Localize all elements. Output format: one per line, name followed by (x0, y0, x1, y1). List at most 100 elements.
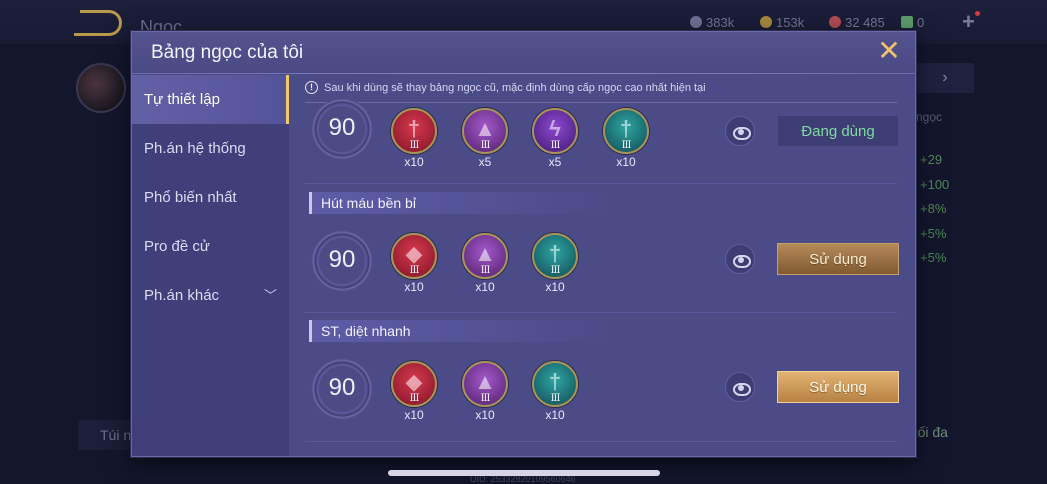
side-label: ngọc (916, 110, 943, 124)
resource-counter: 0 (901, 13, 924, 31)
rune-slot[interactable]: ϟ III x5 (531, 108, 579, 169)
lightning-rune-icon: ϟ III (532, 108, 578, 154)
red-rune-icon: † III (391, 108, 437, 154)
resource-counter: 32 485 (829, 13, 885, 31)
stat-value: +5% (920, 250, 947, 265)
setup-title: ST, diệt nhanh (309, 320, 611, 342)
rune-tier: III (550, 393, 561, 404)
resource-value: 32 485 (845, 14, 885, 30)
purple-rune-icon: ▲ III (462, 108, 508, 154)
divider (305, 312, 897, 313)
stat-value: +29 (920, 152, 943, 167)
teal-rune-icon: † III (532, 361, 578, 407)
voucher-icon (901, 16, 913, 28)
sidebar-item-other[interactable]: Ph.án khác ﹀ (132, 271, 289, 320)
sidebar: Tự thiết lập Ph.án hệ thống Phổ biến nhấ… (132, 75, 289, 456)
rune-tier: III (409, 393, 420, 404)
sidebar-item-custom[interactable]: Tự thiết lập (132, 75, 289, 124)
next-arrow-button[interactable]: › (916, 63, 974, 93)
rune-count: x10 (616, 155, 636, 169)
level-badge: 90 (311, 230, 373, 292)
bag-button[interactable]: Túi n (78, 420, 134, 450)
close-icon[interactable]: ✕ (876, 37, 902, 65)
rune-tier: III (480, 393, 491, 404)
teal-rune-icon: † III (603, 108, 649, 154)
stat-value: +5% (920, 226, 947, 241)
rune-count: x10 (545, 280, 565, 294)
resource-value: 0 (917, 14, 925, 30)
sidebar-item-pro[interactable]: Pro đề cử (132, 222, 289, 271)
rune-count: x5 (548, 155, 562, 169)
notice-bar: ! Sau khi dùng sẽ thay bảng ngọc cũ, mặc… (305, 81, 706, 94)
hero-avatar[interactable] (76, 63, 126, 113)
rune-slot[interactable]: ▲ III x10 (461, 361, 509, 422)
rune-tier: III (409, 140, 420, 151)
rune-slot[interactable]: † III x10 (390, 108, 438, 169)
rune-page-dialog: Bảng ngọc của tôi ✕ Tự thiết lập Ph.án h… (131, 31, 916, 457)
info-icon: ! (305, 81, 318, 94)
gem-icon (829, 16, 841, 28)
resource-icon (690, 16, 702, 28)
resource-counter: 153k (760, 13, 804, 31)
level-badge: 90 (311, 358, 373, 420)
stat-value: +8% (920, 201, 947, 216)
stat-value: +100 (920, 177, 950, 192)
home-indicator[interactable] (388, 470, 660, 476)
purple-rune-icon: ▲ III (462, 233, 508, 279)
sidebar-item-system[interactable]: Ph.án hệ thống (132, 124, 289, 173)
rune-setup: Hút máu bền bỉ 90 ◆ III x10 ▲ III x10 † III… (289, 192, 915, 320)
rune-slot[interactable]: ◆ III x10 (390, 361, 438, 422)
divider (305, 441, 897, 442)
rune-slot[interactable]: ◆ III x10 (390, 233, 438, 294)
resource-value: 153k (776, 14, 805, 30)
rune-setup: ST, diệt nhanh 90 ◆ III x10 ▲ III x10 † III… (289, 320, 915, 448)
rune-count: x10 (404, 280, 424, 294)
notification-dot (975, 11, 980, 16)
setup-title: Hút máu bền bỉ (309, 192, 611, 214)
resource-counter: 383k (690, 13, 734, 31)
rune-tier: III (550, 265, 561, 276)
rune-tier: III (480, 265, 491, 276)
rune-list[interactable]: ! Sau khi dùng sẽ thay bảng ngọc cũ, mặc… (289, 75, 915, 456)
rune-count: x10 (475, 408, 495, 422)
teal-rune-icon: † III (532, 233, 578, 279)
use-setup-button[interactable]: Sử dụng (777, 371, 899, 403)
dialog-header: Bảng ngọc của tôi ✕ (132, 32, 915, 74)
rune-slot[interactable]: † III x10 (602, 108, 650, 169)
rune-slot[interactable]: † III x10 (531, 361, 579, 422)
rune-count: x5 (478, 155, 492, 169)
chevron-down-icon: ﹀ (263, 288, 277, 303)
rune-count: x10 (404, 155, 424, 169)
rune-tier: III (409, 265, 420, 276)
sidebar-item-label: Ph.án khác (144, 287, 220, 304)
rune-slot[interactable]: ▲ III x10 (461, 233, 509, 294)
rune-count: x10 (404, 408, 424, 422)
rune-slot[interactable]: † III x10 (531, 233, 579, 294)
notice-text: Sau khi dùng sẽ thay bảng ngọc cũ, mặc đ… (324, 81, 706, 94)
red-rune-icon: ◆ III (391, 361, 437, 407)
red-rune-icon: ◆ III (391, 233, 437, 279)
sidebar-item-label: Phổ biến nhất (144, 189, 237, 206)
use-setup-button[interactable]: Sử dụng (777, 243, 899, 275)
resource-value: 383k (706, 14, 735, 30)
sidebar-item-label: Ph.án hệ thống (144, 140, 246, 157)
sidebar-item-popular[interactable]: Phổ biến nhất (132, 173, 289, 222)
rune-tier: III (621, 140, 632, 151)
coin-icon (760, 16, 772, 28)
rune-count: x10 (545, 408, 565, 422)
add-resource-button[interactable]: + (962, 9, 975, 35)
preview-eye-icon[interactable] (725, 372, 755, 402)
purple-rune-icon: ▲ III (462, 361, 508, 407)
sidebar-item-label: Tự thiết lập (144, 91, 220, 108)
divider (305, 183, 897, 184)
rune-slot[interactable]: ▲ III x5 (461, 108, 509, 169)
level-badge: 90 (311, 98, 373, 160)
preview-eye-icon[interactable] (725, 244, 755, 274)
preview-eye-icon[interactable] (725, 116, 755, 146)
sidebar-item-label: Pro đề cử (144, 238, 210, 255)
rune-setup: 90 † III x10 ▲ III x5 ϟ III x5 † III x10 Đan… (289, 98, 915, 183)
rune-count: x10 (475, 280, 495, 294)
rune-tier: III (550, 140, 561, 151)
in-use-button[interactable]: Đang dùng (777, 115, 899, 147)
back-button[interactable] (74, 10, 122, 36)
